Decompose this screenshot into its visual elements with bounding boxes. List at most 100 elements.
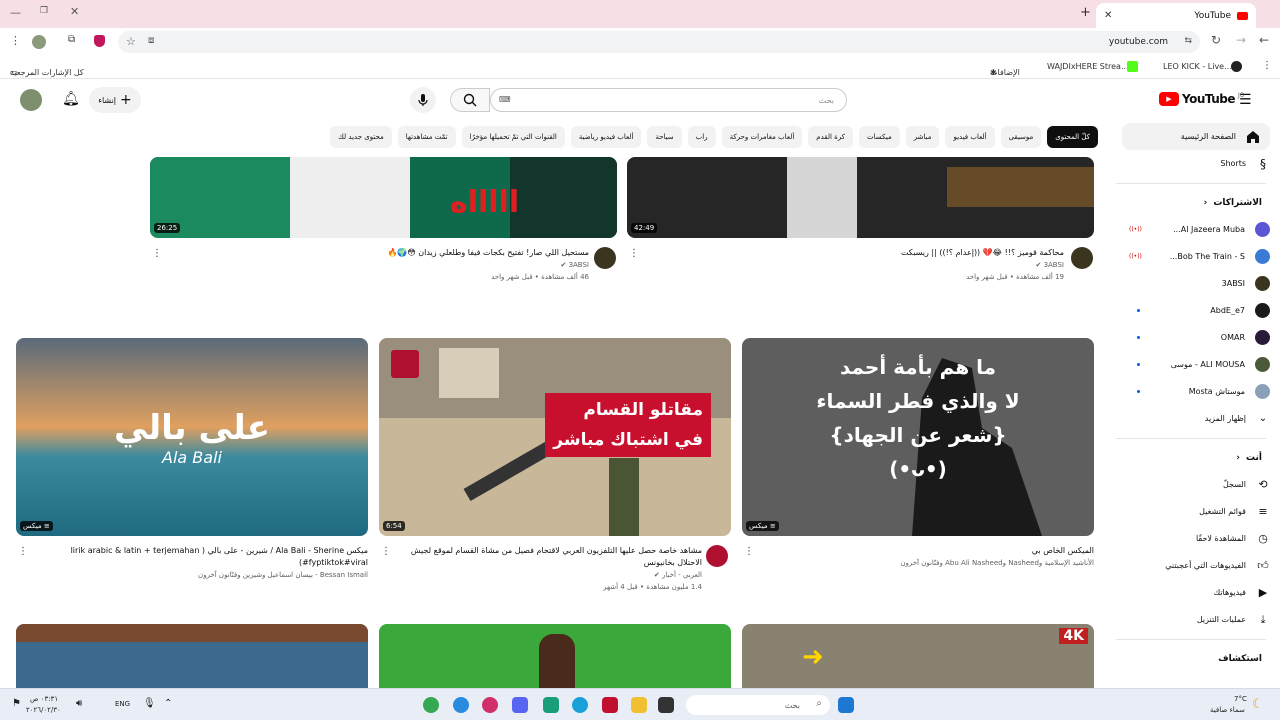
app-icon[interactable]	[602, 697, 618, 713]
video-thumbnail[interactable]	[16, 624, 368, 690]
volume-icon[interactable]: 🔊︎	[76, 698, 82, 709]
sidebar-item-home[interactable]: الصفحة الرئيسية	[1122, 123, 1270, 150]
sidebar-subscription[interactable]: Al Jazeera Muba... ((•))	[1117, 216, 1280, 243]
search-input[interactable]: بحث ⌨	[490, 88, 847, 112]
voice-search-button[interactable]	[410, 87, 436, 113]
sidebar-item-you-4[interactable]: ▶ فيديوهاتك	[1117, 579, 1280, 606]
chrome-icon[interactable]	[423, 697, 439, 713]
notifications-bell-icon[interactable]: 🔔︎	[62, 91, 80, 107]
video-title[interactable]: مشاهد خاصة حصل عليها التلفزيون العربي لا…	[400, 545, 702, 569]
video-thumbnail[interactable]	[379, 624, 731, 690]
clock-time[interactable]: ٠٣:٣١ ص	[30, 695, 58, 703]
sidebar-subscription[interactable]: موستاش Mosta	[1117, 378, 1280, 405]
chip-3[interactable]: مباشر	[905, 126, 940, 148]
chip-1[interactable]: موسيقى	[1000, 126, 1042, 148]
site-settings-icon[interactable]: ⇆	[1184, 36, 1192, 46]
profile-avatar[interactable]	[32, 35, 46, 49]
video-thumbnail[interactable]: على بالي Ala Bali ميكس ≡	[16, 338, 368, 536]
bookmark-star-icon[interactable]: ☆	[126, 35, 136, 48]
chip-7[interactable]: راب	[687, 126, 716, 148]
install-app-icon[interactable]: ⧈	[148, 35, 154, 46]
more-actions-icon[interactable]: ⋮	[152, 249, 162, 259]
chip-9[interactable]: ألعاب فيديو رياضية	[570, 126, 642, 148]
sidebar-item-you-1[interactable]: ≡ قوائم التشغيل	[1117, 498, 1280, 525]
channel-name[interactable]: 3ABSI ✔︎	[165, 259, 589, 271]
bookmark-leo-kick[interactable]: LEO KICK - Live...	[1163, 62, 1232, 71]
reload-icon[interactable]: ↻	[1211, 33, 1221, 47]
bookmark-app-icon[interactable]	[1231, 61, 1242, 72]
notifications-icon[interactable]: ⚑	[12, 698, 21, 709]
forward-icon[interactable]: →	[1236, 33, 1246, 47]
subscriptions-header[interactable]: الاشتراكات ‹	[1117, 190, 1280, 216]
youtube-logo[interactable]: ▶ YouTube JO	[1159, 92, 1245, 106]
you-header[interactable]: أنت ‹	[1117, 445, 1280, 471]
taskbar-search[interactable]: ⌕ بحث	[686, 695, 830, 715]
window-minimize-icon[interactable]: —	[10, 6, 21, 19]
discord-icon[interactable]	[512, 697, 528, 713]
browser-menu-icon[interactable]: ⋮	[10, 34, 21, 47]
sidebar-item-you-3[interactable]: 👍︎ الفيديوهات التي أعجبتني	[1117, 552, 1280, 579]
sidebar-subscription[interactable]: 3ABSI	[1117, 270, 1280, 297]
video-title[interactable]: الميكس الخاص بي	[752, 545, 1094, 557]
channel-avatar[interactable]	[1071, 247, 1093, 269]
tray-overflow-icon[interactable]: ⌃	[164, 698, 172, 709]
window-close-icon[interactable]: ✕	[70, 5, 79, 18]
start-icon[interactable]	[838, 697, 854, 713]
browser-icon[interactable]	[453, 697, 469, 713]
sidebar-subscription[interactable]: AbdE_e7	[1117, 297, 1280, 324]
edge-icon[interactable]	[572, 697, 588, 713]
chip-2[interactable]: ألعاب فيديو	[945, 126, 995, 148]
chip-4[interactable]: ميكسات	[859, 126, 900, 148]
chip-12[interactable]: محتوى جديد لك	[330, 126, 392, 148]
keyboard-icon[interactable]: ⌨	[499, 95, 511, 104]
more-actions-icon[interactable]: ⋮	[629, 249, 639, 259]
chip-0[interactable]: كلّ المحتوى	[1047, 126, 1098, 148]
video-thumbnail[interactable]: اااااه 26:25	[150, 157, 617, 238]
chip-11[interactable]: تمّت مشاهدتها	[397, 126, 456, 148]
video-thumbnail[interactable]: ما هم بأمة أحمد لا والذي فطر السماء {شعر…	[742, 338, 1094, 536]
sidebar-subscription[interactable]: OMAR	[1117, 324, 1280, 351]
weather-icon[interactable]: ☾	[1252, 697, 1264, 712]
chip-5[interactable]: كرة القدم	[808, 126, 854, 148]
more-actions-icon[interactable]: ⋮	[18, 547, 28, 557]
sidebar-item-you-0[interactable]: ⟲ السجلّ	[1117, 471, 1280, 498]
bookmark-wajdi[interactable]: WAJDIxHERE Strea...	[1047, 62, 1129, 71]
chip-8[interactable]: سياحة	[647, 126, 682, 148]
tab-youtube[interactable]: YouTube ✕	[1096, 3, 1256, 28]
sidebar-item-you-5[interactable]: ⤓ عمليات التنزيل	[1117, 606, 1280, 633]
address-bar[interactable]: ☆ ⧈ youtube.com ⇆	[118, 31, 1200, 53]
file-explorer-icon[interactable]	[631, 697, 647, 713]
window-restore-icon[interactable]: ❐	[40, 6, 48, 16]
back-icon[interactable]: ←	[1259, 33, 1269, 47]
channel-name[interactable]: 3ABSI ✔︎	[640, 259, 1064, 271]
bookmarks-overflow-icon[interactable]: ⋮	[1262, 60, 1272, 71]
account-avatar[interactable]	[20, 89, 42, 111]
tab-close-icon[interactable]: ✕	[1104, 10, 1112, 21]
microphone-icon[interactable]: 🎙︎	[143, 698, 156, 709]
video-thumbnail[interactable]: 4K ➜	[742, 624, 1094, 690]
channel-avatar[interactable]	[594, 247, 616, 269]
video-thumbnail[interactable]: 42:49	[627, 157, 1094, 238]
video-title[interactable]: محاكمة قوميز ؟!! 😂💔 ((إعدام ؟!)) || ريسب…	[640, 247, 1064, 259]
chip-10[interactable]: القنوات التي تمّ تحميلها مؤخرًا	[461, 126, 565, 148]
language-indicator[interactable]: ENG	[115, 700, 130, 708]
channel-avatar[interactable]	[706, 545, 728, 567]
search-button[interactable]	[450, 88, 490, 112]
new-tab-icon[interactable]: +	[1080, 5, 1091, 20]
sidebar-subscription[interactable]: Bob The Train - S... ((•))	[1117, 243, 1280, 270]
clock-date[interactable]: ٢٠٢٦/٠٢/٣٠	[26, 706, 61, 714]
video-thumbnail[interactable]: مقاتلو القسام في اشتباك مباشر 6:54	[379, 338, 731, 536]
show-more-button[interactable]: ⌄ إظهار المزيد	[1117, 405, 1280, 432]
channel-name[interactable]: العربي - أخبار ✔︎	[400, 569, 702, 581]
video-title[interactable]: ميكس Ala Bali - Sherine / شيرين - على با…	[30, 545, 368, 569]
more-actions-icon[interactable]: ⋮	[381, 547, 391, 557]
shield-extension-icon[interactable]	[94, 35, 105, 47]
sidebar-item-shorts[interactable]: § Shorts	[1117, 150, 1280, 177]
app-icon[interactable]	[543, 697, 559, 713]
sidebar-item-you-2[interactable]: ◷ المشاهدة لاحقًا	[1117, 525, 1280, 552]
more-actions-icon[interactable]: ⋮	[744, 547, 754, 557]
extensions-icon[interactable]: ⧉	[68, 34, 75, 45]
chip-6[interactable]: ألعاب مغامرات وحركة	[721, 126, 803, 148]
browser-icon[interactable]	[482, 697, 498, 713]
video-title[interactable]: مستحيل اللي صار! تفتيح بكجات فيفا وطلعلي…	[165, 247, 589, 259]
